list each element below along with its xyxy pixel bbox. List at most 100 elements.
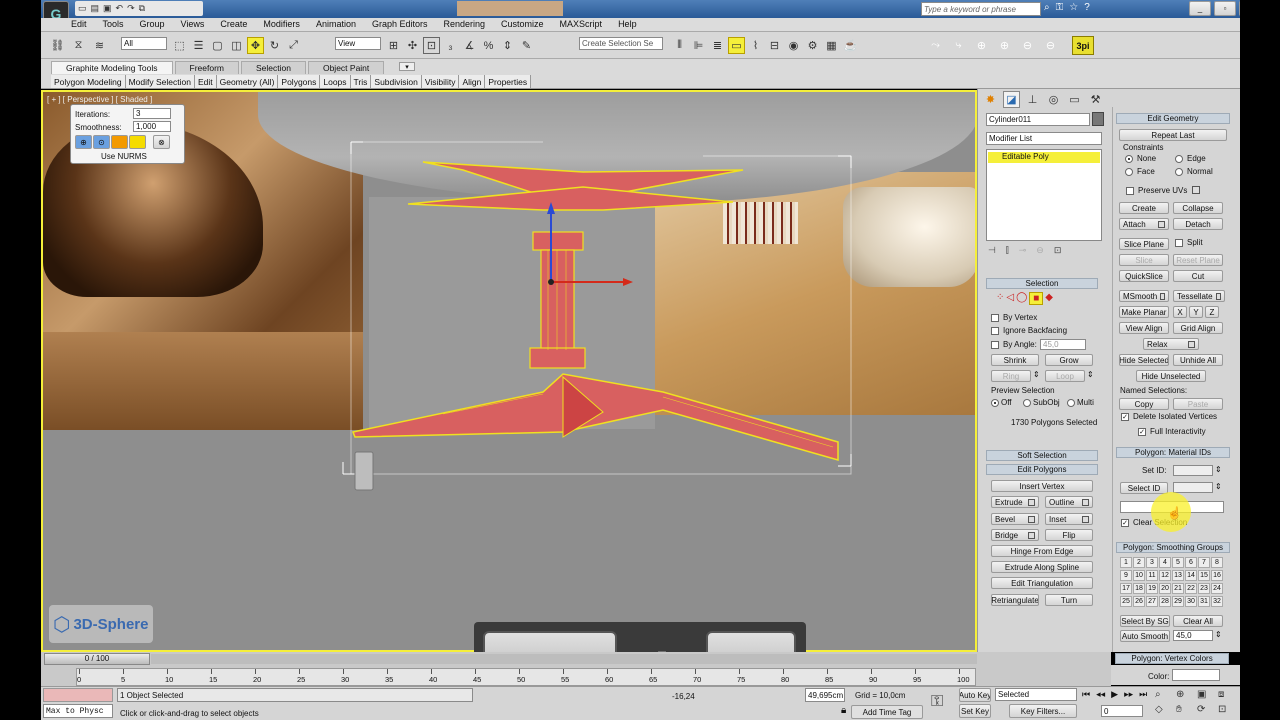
binoculars-icon[interactable]: ⌕ [1044, 2, 1050, 13]
vertex-mode-icon[interactable]: ⁘ [996, 292, 1004, 305]
maxscript-mini-listener[interactable]: Max to Physc [43, 704, 113, 718]
bridge-button[interactable]: Bridge [991, 529, 1039, 541]
nurms-color-orange[interactable] [111, 135, 128, 149]
retriangulate-button[interactable]: Retriangulate [991, 594, 1039, 606]
auto-smooth-button[interactable]: Auto Smooth [1120, 630, 1170, 642]
slice-button[interactable]: Slice [1119, 254, 1169, 266]
zoom-extents-icon[interactable]: ▣ [1197, 689, 1218, 704]
smoothing-group-button[interactable]: 13 [1172, 570, 1184, 581]
play-icon[interactable]: ▶ [1111, 689, 1118, 700]
add-time-tag-button[interactable]: Add Time Tag [851, 705, 923, 719]
unlink-icon[interactable]: ⧖ [70, 37, 87, 54]
object-name-field[interactable]: Cylinder011 [986, 113, 1090, 126]
zoom-icon[interactable]: ⌕ [1155, 689, 1176, 704]
smoothing-group-button[interactable]: 19 [1146, 583, 1158, 594]
set-id-field[interactable] [1173, 465, 1213, 476]
ignore-backfacing-checkbox[interactable] [991, 327, 999, 335]
auto-smooth-spinner[interactable]: ⇕ [1215, 630, 1222, 639]
bind-spacewarp-icon[interactable]: ≋ [91, 37, 108, 54]
paste-button[interactable]: Paste [1173, 398, 1223, 410]
clear-selection-checkbox[interactable]: ✓ [1121, 519, 1129, 527]
material-ids-rollout-header[interactable]: Polygon: Material IDs [1116, 447, 1230, 458]
reset-plane-button[interactable]: Reset Plane [1173, 254, 1223, 266]
select-id-spinner[interactable]: ⇕ [1215, 482, 1222, 491]
shrink-button[interactable]: Shrink [991, 354, 1039, 366]
ribbon-panel[interactable]: Modify Selection [126, 75, 195, 88]
turn-button[interactable]: Turn [1045, 594, 1093, 606]
make-unique-icon[interactable]: ⊸ [1019, 245, 1027, 256]
insert-vertex-button[interactable]: Insert Vertex [991, 480, 1093, 492]
coord-z-field[interactable]: 49,695cm [805, 688, 845, 702]
smoothing-group-button[interactable]: 23 [1198, 583, 1210, 594]
scale-icon[interactable]: ⤢ [285, 37, 302, 54]
smoothing-group-button[interactable]: 18 [1133, 583, 1145, 594]
iterations-field[interactable]: 3 [133, 108, 171, 119]
flip-button[interactable]: Flip [1045, 529, 1093, 541]
smoothing-group-button[interactable]: 2 [1133, 557, 1145, 568]
smoothing-group-button[interactable]: 12 [1159, 570, 1171, 581]
select-by-name-icon[interactable]: ☰ [190, 37, 207, 54]
render-setup-icon[interactable]: ⚙ [804, 37, 821, 54]
vertex-color-swatch[interactable] [1172, 669, 1220, 681]
object-color-swatch[interactable] [1092, 112, 1104, 126]
outline-button[interactable]: Outline [1045, 496, 1093, 508]
utilities-tab-icon[interactable]: ⚒ [1087, 91, 1104, 108]
edge-mode-icon[interactable]: ◁ [1006, 292, 1014, 305]
cut-button[interactable]: Cut [1173, 270, 1223, 282]
preview-multi-radio[interactable] [1067, 399, 1075, 407]
preview-off-radio[interactable] [991, 399, 999, 407]
window-crossing-icon[interactable]: ◫ [228, 37, 245, 54]
grid-align-button[interactable]: Grid Align [1173, 322, 1223, 334]
vertex-colors-rollout-header[interactable]: Polygon: Vertex Colors [1115, 653, 1229, 664]
time-slider[interactable]: 0 / 100 [44, 653, 150, 665]
plugin-tool-2-icon[interactable]: ⤷ [950, 37, 967, 54]
zoom-all-icon[interactable]: ⊕ [1176, 689, 1197, 704]
hide-unselected-button[interactable]: Hide Unselected [1136, 370, 1206, 382]
modifier-list-dropdown[interactable]: Modifier List [986, 132, 1102, 145]
copy-button[interactable]: Copy [1119, 398, 1169, 410]
smoothing-group-button[interactable]: 25 [1120, 596, 1132, 607]
pan-icon[interactable]: ✋︎ [1176, 704, 1197, 719]
clear-all-button[interactable]: Clear All [1173, 615, 1223, 627]
rect-region-icon[interactable]: ▢ [209, 37, 226, 54]
plugin-remove2-icon[interactable]: ⊖ [1042, 37, 1059, 54]
ribbon-tab[interactable]: Freeform [174, 61, 239, 74]
select-by-sg-button[interactable]: Select By SG [1120, 615, 1170, 627]
keyboard-shortcut-icon[interactable]: ⊡ [423, 37, 440, 54]
ring-spinner[interactable]: ⇕ [1033, 370, 1040, 379]
smoothing-group-button[interactable]: 27 [1146, 596, 1158, 607]
select-manipulate-icon[interactable]: ✣ [404, 37, 421, 54]
current-frame-field[interactable]: 0 [1101, 705, 1143, 717]
ribbon-panel[interactable]: Edit [195, 75, 217, 88]
relax-button[interactable]: Relax [1143, 338, 1199, 350]
set-id-spinner[interactable]: ⇕ [1215, 465, 1222, 474]
constraint-edge-radio[interactable] [1175, 155, 1183, 163]
plugin-remove-icon[interactable]: ⊖ [1019, 37, 1036, 54]
msmooth-button[interactable]: MSmooth [1119, 290, 1169, 302]
menu-item[interactable]: Customize [501, 19, 544, 29]
menu-item[interactable]: Help [618, 19, 637, 29]
hinge-button[interactable]: Hinge From Edge [991, 545, 1093, 557]
stack-item-editable-poly[interactable]: Editable Poly [988, 152, 1100, 163]
preserve-uvs-checkbox[interactable] [1126, 187, 1134, 195]
by-vertex-checkbox[interactable] [991, 314, 999, 322]
prev-frame-icon[interactable]: ◂◂ [1096, 689, 1105, 700]
smoothing-group-button[interactable]: 22 [1185, 583, 1197, 594]
create-tab-icon[interactable]: ✸ [982, 91, 999, 108]
menu-item[interactable]: MAXScript [560, 19, 603, 29]
link-icon[interactable]: ⛓ [49, 37, 66, 54]
select-id-field[interactable] [1173, 482, 1213, 493]
view-align-button[interactable]: View Align [1119, 322, 1169, 334]
ribbon-panel[interactable]: Polygons [278, 75, 321, 88]
favorites-icon[interactable]: ☆ [1069, 2, 1078, 13]
spinner-snap-icon[interactable]: ⇕ [499, 37, 516, 54]
smoothing-group-button[interactable]: 9 [1120, 570, 1132, 581]
menu-item[interactable]: Tools [103, 19, 124, 29]
schematic-view-icon[interactable]: ⊟ [766, 37, 783, 54]
go-to-start-icon[interactable]: ⏮ [1082, 689, 1090, 700]
smoothing-group-button[interactable]: 20 [1159, 583, 1171, 594]
key-filters-button[interactable]: Key Filters... [1009, 704, 1077, 718]
orbit-icon[interactable]: ⟳ [1197, 704, 1218, 719]
extrude-button[interactable]: Extrude [991, 496, 1039, 508]
ribbon-tab[interactable]: Selection [241, 61, 306, 74]
